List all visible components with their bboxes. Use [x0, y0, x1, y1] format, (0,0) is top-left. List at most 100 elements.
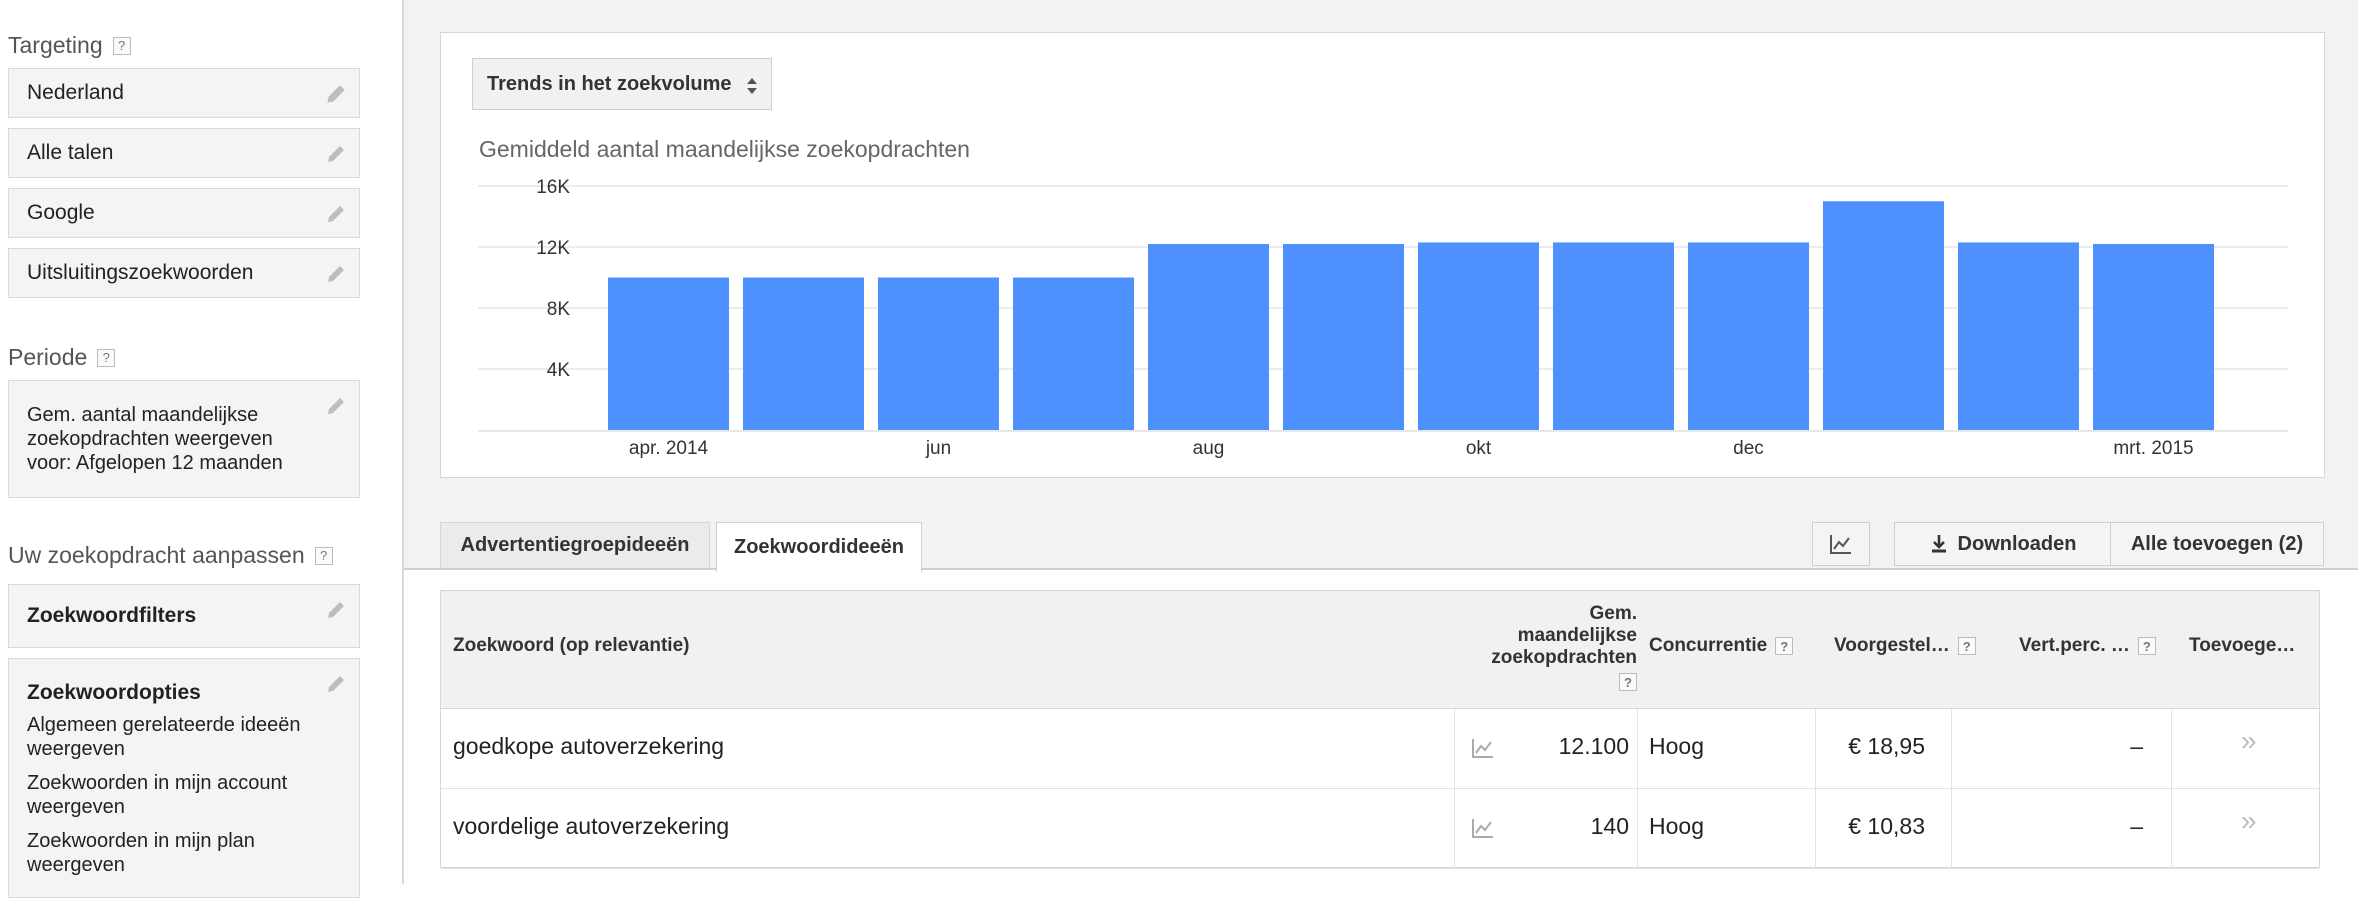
table-row[interactable]: voordelige autoverzekering 140 Hoog € 10…	[441, 789, 2319, 869]
y-tick-label: 12K	[536, 238, 570, 259]
keyword-cell: voordelige autoverzekering	[453, 813, 730, 839]
header-ad-share[interactable]: Vert.perc. … ?	[2019, 635, 2156, 657]
targeting-negative-keywords-label: Uitsluitingszoekwoorden	[27, 261, 254, 284]
periode-title: Periode ?	[8, 344, 116, 371]
periode-line: zoekopdrachten weergeven	[27, 428, 273, 450]
tab-keyword-ideas[interactable]: Zoekwoordideeën	[716, 522, 922, 572]
keyword-option: Zoekwoorden in mijn plan weergeven	[27, 829, 341, 877]
pencil-icon[interactable]	[325, 671, 349, 695]
bid-cell: € 10,83	[1848, 813, 1925, 839]
bar-aug[interactable]	[1148, 243, 1269, 430]
add-arrow-icon[interactable]: »	[2241, 805, 2257, 837]
keyword-filters-label: Zoekwoordfilters	[27, 604, 197, 627]
targeting-location[interactable]: Nederland	[8, 68, 360, 118]
competition-cell: Hoog	[1649, 813, 1704, 839]
keyword-filters[interactable]: Zoekwoordfilters	[8, 584, 360, 648]
column-divider	[1454, 709, 1455, 788]
x-tick-label: apr. 2014	[629, 438, 709, 459]
help-icon[interactable]: ?	[314, 546, 333, 565]
table-header: Zoekwoord (op relevantie) Gem. maandelij…	[441, 591, 2319, 709]
header-suggested-bid-label: Voorgestel…	[1834, 635, 1950, 656]
keyword-cell: goedkope autoverzekering	[453, 733, 725, 759]
add-all-button[interactable]: Alle toevoegen (2)	[2110, 522, 2324, 566]
targeting-title-text: Targeting	[8, 32, 103, 58]
pencil-icon[interactable]	[325, 141, 349, 165]
keyword-ideas-table: Zoekwoord (op relevantie) Gem. maandelij…	[440, 590, 2320, 869]
header-suggested-bid[interactable]: Voorgestel… ?	[1834, 635, 1976, 657]
pencil-icon[interactable]	[325, 201, 349, 225]
chart-toggle-button[interactable]	[1812, 522, 1870, 566]
x-tick-label: dec	[1733, 438, 1764, 459]
share-cell: –	[2130, 733, 2143, 759]
pencil-icon[interactable]	[325, 261, 349, 285]
bar-apr-2014[interactable]	[608, 277, 729, 431]
bar-dec[interactable]	[1688, 242, 1809, 430]
option-line: weergeven	[27, 854, 125, 876]
keyword-options-title: Zoekwoordopties	[27, 681, 201, 704]
bar-okt[interactable]	[1418, 242, 1539, 430]
header-add-label: Toevoege…	[2189, 635, 2296, 656]
add-arrow-icon[interactable]: »	[2241, 725, 2257, 757]
option-line: Algemeen gerelateerde ideeën	[27, 714, 301, 736]
trend-dropdown[interactable]: Trends in het zoekvolume	[472, 58, 772, 110]
line-chart-icon[interactable]	[1471, 737, 1495, 759]
pencil-icon[interactable]	[325, 393, 349, 417]
table-row[interactable]: goedkope autoverzekering 12.100 Hoog € 1…	[441, 709, 2319, 789]
share-cell: –	[2130, 813, 2143, 839]
help-icon[interactable]: ?	[1775, 637, 1794, 655]
header-searches-line: maandelijkse	[1517, 625, 1637, 646]
bar-feb[interactable]	[1958, 242, 2079, 430]
searches-cell: 140	[1590, 813, 1629, 839]
help-icon[interactable]: ?	[97, 348, 116, 367]
add-all-label: Alle toevoegen (2)	[2130, 532, 2304, 555]
help-icon[interactable]: ?	[1619, 673, 1637, 691]
column-divider	[2171, 789, 2172, 868]
header-competition-label: Concurrentie	[1649, 635, 1768, 656]
header-keyword[interactable]: Zoekwoord (op relevantie)	[453, 635, 689, 657]
help-icon[interactable]: ?	[1957, 637, 1976, 655]
bar-mei[interactable]	[743, 277, 864, 431]
targeting-negative-keywords[interactable]: Uitsluitingszoekwoorden	[8, 248, 360, 298]
sort-updown-icon	[747, 78, 757, 94]
help-icon[interactable]: ?	[112, 36, 131, 55]
header-keyword-label: Zoekwoord (op relevantie)	[453, 635, 690, 656]
bar-jul[interactable]	[1013, 277, 1134, 431]
keyword-option: Zoekwoorden in mijn account weergeven	[27, 771, 341, 819]
sidebar: Targeting ? Nederland Alle talen Google …	[0, 0, 402, 898]
pencil-icon[interactable]	[325, 81, 349, 105]
tab-adgroup-ideas[interactable]: Advertentiegroepideeën	[440, 522, 710, 568]
adjust-title-text: Uw zoekopdracht aanpassen	[8, 542, 305, 568]
periode-setting[interactable]: Gem. aantal maandelijkse zoekopdrachten …	[8, 380, 360, 498]
option-line: Zoekwoorden in mijn plan	[27, 830, 255, 852]
header-searches[interactable]: Gem. maandelijkse zoekopdrachten ?	[1451, 603, 1637, 691]
column-divider	[1454, 789, 1455, 868]
targeting-title: Targeting ?	[8, 32, 131, 59]
x-tick-label: jun	[925, 438, 951, 459]
header-searches-line: Gem.	[1589, 603, 1637, 624]
option-line: weergeven	[27, 796, 125, 818]
targeting-language-label: Alle talen	[27, 141, 114, 164]
download-button[interactable]: Downloaden	[1894, 522, 2112, 566]
header-searches-line: zoekopdrachten	[1491, 647, 1637, 668]
option-line: Zoekwoorden in mijn account	[27, 772, 288, 794]
header-competition[interactable]: Concurrentie ?	[1649, 635, 1794, 657]
keyword-options[interactable]: Zoekwoordopties Algemeen gerelateerde id…	[8, 658, 360, 898]
column-divider	[2171, 709, 2172, 788]
download-icon	[1931, 535, 1946, 553]
bar-nov[interactable]	[1553, 242, 1674, 430]
bar-sep[interactable]	[1283, 243, 1404, 430]
column-divider	[1637, 789, 1638, 868]
bid-cell: € 18,95	[1848, 733, 1925, 759]
bar-jan[interactable]	[1823, 201, 1944, 430]
y-tick-label: 16K	[536, 177, 570, 198]
bar-jun[interactable]	[878, 277, 999, 431]
targeting-language[interactable]: Alle talen	[8, 128, 360, 178]
trend-dropdown-label: Trends in het zoekvolume	[487, 72, 732, 95]
line-chart-icon[interactable]	[1471, 817, 1495, 839]
header-add[interactable]: Toevoege…	[2189, 635, 2295, 657]
pencil-icon[interactable]	[325, 597, 349, 621]
help-icon[interactable]: ?	[2137, 637, 2156, 655]
targeting-network[interactable]: Google	[8, 188, 360, 238]
bar-mrt-2015[interactable]	[2093, 243, 2214, 430]
option-line: weergeven	[27, 738, 125, 760]
